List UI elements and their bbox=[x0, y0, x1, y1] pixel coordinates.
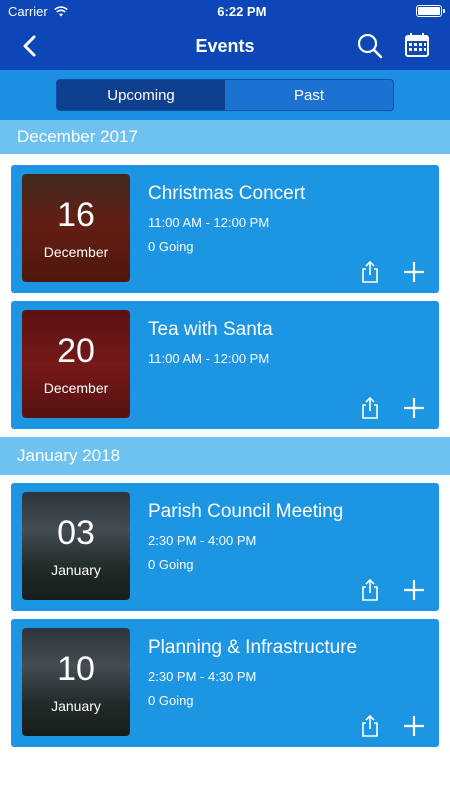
segmented-control: Upcoming Past bbox=[56, 79, 394, 111]
event-list-january: 03 January Parish Council Meeting 2:30 P… bbox=[0, 483, 450, 747]
event-thumbnail: 10 January bbox=[22, 628, 130, 736]
share-icon[interactable] bbox=[360, 715, 380, 737]
share-icon[interactable] bbox=[360, 397, 380, 419]
event-thumbnail: 20 December bbox=[22, 310, 130, 418]
event-title: Parish Council Meeting bbox=[148, 501, 344, 522]
event-card[interactable]: 16 December Christmas Concert 11:00 AM -… bbox=[11, 165, 439, 293]
event-card[interactable]: 10 January Planning & Infrastructure 2:3… bbox=[11, 619, 439, 747]
calendar-icon[interactable] bbox=[404, 32, 430, 58]
event-list-december: 16 December Christmas Concert 11:00 AM -… bbox=[0, 165, 450, 429]
section-header-january: January 2018 bbox=[0, 437, 450, 475]
event-month: December bbox=[43, 380, 109, 396]
tab-upcoming[interactable]: Upcoming bbox=[57, 80, 225, 110]
add-icon[interactable] bbox=[403, 261, 425, 283]
event-title: Tea with Santa bbox=[148, 319, 273, 340]
event-month: January bbox=[51, 698, 101, 714]
event-title: Christmas Concert bbox=[148, 183, 306, 204]
status-left: Carrier bbox=[8, 4, 68, 19]
event-thumbnail: 03 January bbox=[22, 492, 130, 600]
segment-bar: Upcoming Past bbox=[0, 70, 450, 120]
event-day: 16 bbox=[57, 196, 95, 234]
event-time: 2:30 PM - 4:30 PM bbox=[148, 669, 257, 684]
event-day: 20 bbox=[57, 332, 95, 370]
navigation-bar: Events bbox=[0, 22, 450, 70]
event-card[interactable]: 03 January Parish Council Meeting 2:30 P… bbox=[11, 483, 439, 611]
event-going: 0 Going bbox=[148, 557, 194, 572]
event-time: 11:00 AM - 12:00 PM bbox=[148, 351, 270, 366]
status-time: 6:22 PM bbox=[217, 3, 267, 19]
add-icon[interactable] bbox=[403, 579, 425, 601]
event-going: 0 Going bbox=[148, 239, 194, 254]
event-time: 2:30 PM - 4:00 PM bbox=[148, 533, 257, 548]
battery-icon bbox=[416, 5, 445, 17]
event-time: 11:00 AM - 12:00 PM bbox=[148, 215, 270, 230]
event-month: January bbox=[51, 562, 101, 578]
back-arrow-icon[interactable] bbox=[18, 34, 42, 58]
event-card[interactable]: 20 December Tea with Santa 11:00 AM - 12… bbox=[11, 301, 439, 429]
event-day: 03 bbox=[57, 514, 95, 552]
tab-past[interactable]: Past bbox=[225, 80, 393, 110]
status-bar: Carrier 6:22 PM bbox=[0, 0, 450, 22]
share-icon[interactable] bbox=[360, 261, 380, 283]
add-icon[interactable] bbox=[403, 397, 425, 419]
wifi-icon bbox=[53, 5, 68, 16]
page-title: Events bbox=[195, 35, 255, 56]
carrier-label: Carrier bbox=[8, 3, 48, 19]
event-title: Planning & Infrastructure bbox=[148, 637, 358, 658]
event-thumbnail: 16 December bbox=[22, 174, 130, 282]
event-day: 10 bbox=[57, 650, 95, 688]
section-header-december: December 2017 bbox=[0, 120, 450, 154]
add-icon[interactable] bbox=[403, 715, 425, 737]
event-going: 0 Going bbox=[148, 693, 194, 708]
share-icon[interactable] bbox=[360, 579, 380, 601]
search-icon[interactable] bbox=[356, 32, 384, 60]
event-month: December bbox=[43, 244, 109, 260]
